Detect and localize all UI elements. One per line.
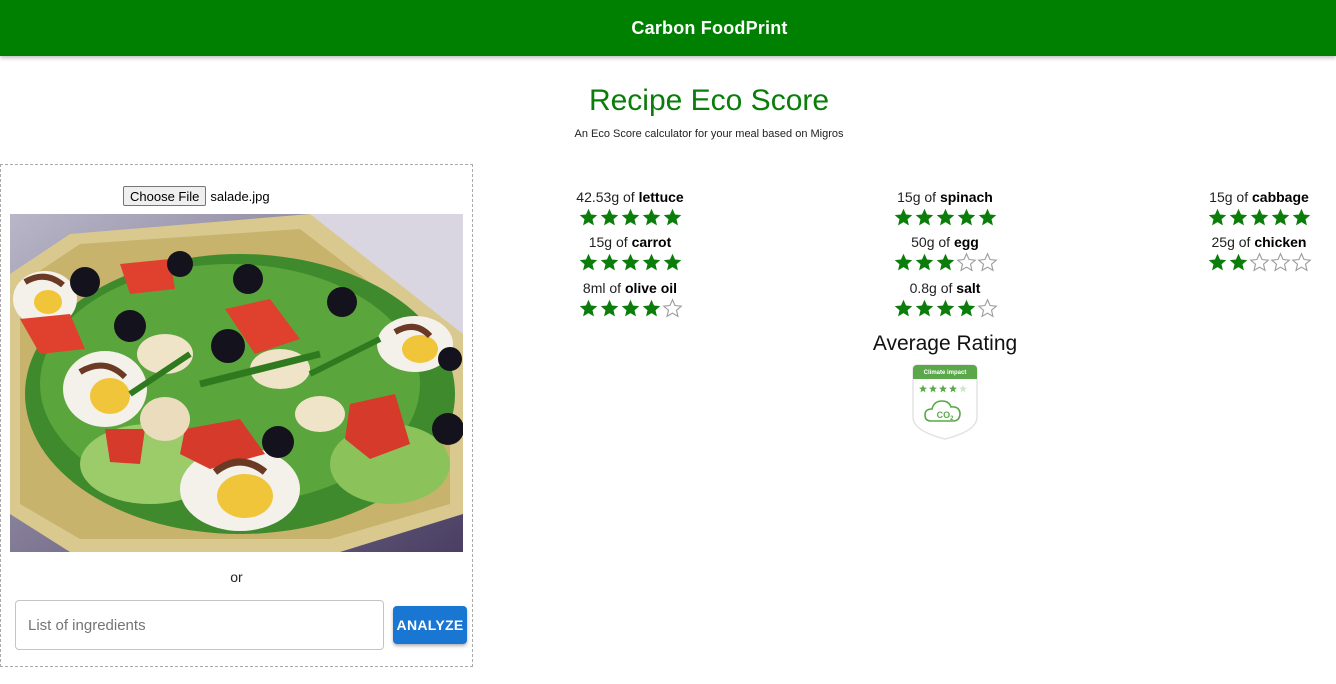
selected-file-name: salade.jpg bbox=[210, 188, 270, 204]
star-filled-icon bbox=[621, 299, 639, 317]
star-empty-icon bbox=[1269, 252, 1291, 272]
star-filled-icon bbox=[936, 253, 954, 271]
ingredient-name: spinach bbox=[939, 189, 993, 205]
ingredient-olive-oil: 8ml of olive oil bbox=[550, 279, 710, 319]
ingredient-quantity: 8ml of bbox=[582, 280, 625, 296]
ingredient-quantity: 50g of bbox=[911, 234, 954, 250]
ingredient-carrot: 15g of carrot bbox=[550, 233, 710, 273]
star-filled-icon bbox=[915, 253, 933, 271]
star-filled-icon bbox=[957, 299, 975, 317]
upload-panel: Choose File salade.jpg or List of ingred… bbox=[0, 164, 473, 667]
star-empty-icon bbox=[1248, 252, 1270, 272]
star-filled-icon bbox=[1292, 208, 1310, 226]
star-filled-icon bbox=[1271, 208, 1289, 226]
ingredient-label: 0.8g of salt bbox=[865, 279, 1025, 297]
star-empty-icon bbox=[976, 252, 998, 272]
ingredient-name: lettuce bbox=[638, 189, 684, 205]
star-rating bbox=[865, 207, 1025, 228]
choose-file-button[interactable]: Choose File bbox=[123, 186, 207, 206]
ingredient-name: chicken bbox=[1254, 234, 1307, 250]
ingredient-label: 15g of spinach bbox=[865, 188, 1025, 206]
star-filled-icon bbox=[621, 208, 639, 226]
star-filled-icon bbox=[915, 208, 933, 226]
star-filled-icon bbox=[642, 299, 660, 317]
average-rating-title: Average Rating bbox=[872, 332, 1018, 355]
climate-impact-badge: Climate impact CO2 bbox=[911, 361, 979, 441]
ingredients-input[interactable] bbox=[15, 600, 384, 650]
star-filled-icon bbox=[621, 253, 639, 271]
star-filled-icon bbox=[915, 299, 933, 317]
ingredient-quantity: 15g of bbox=[588, 234, 632, 250]
page-title: Recipe Eco Score bbox=[588, 84, 830, 117]
star-filled-icon bbox=[936, 299, 954, 317]
ingredient-cabbage: 15g of cabbage bbox=[1179, 188, 1336, 228]
ingredient-label: 50g of egg bbox=[865, 233, 1025, 251]
star-filled-icon bbox=[579, 208, 597, 226]
badge-graphic: Climate impact CO2 bbox=[912, 364, 978, 440]
ingredient-label: 42.53g of lettuce bbox=[550, 188, 710, 206]
ingredient-quantity: 25g of bbox=[1211, 234, 1255, 250]
star-filled-icon bbox=[894, 208, 912, 226]
ingredient-quantity: 0.8g of bbox=[909, 280, 957, 296]
app-bar: Carbon FoodPrint bbox=[0, 0, 1336, 56]
badge-header: Climate impact bbox=[924, 370, 967, 376]
star-filled-icon bbox=[642, 253, 660, 271]
star-empty-icon bbox=[661, 298, 683, 318]
ingredient-spinach: 15g of spinach bbox=[865, 188, 1025, 228]
ingredient-egg: 50g of egg bbox=[865, 233, 1025, 273]
ingredient-name: egg bbox=[953, 234, 979, 250]
ingredient-label: 15g of cabbage bbox=[1179, 188, 1336, 206]
star-filled-icon bbox=[600, 299, 618, 317]
salad-image bbox=[10, 214, 463, 552]
star-rating bbox=[550, 207, 710, 228]
ingredient-quantity: 15g of bbox=[897, 189, 940, 205]
star-filled-icon bbox=[1229, 208, 1247, 226]
analyze-button[interactable]: ANALYZE bbox=[393, 606, 467, 644]
star-filled-icon bbox=[642, 208, 660, 226]
star-filled-icon bbox=[579, 299, 597, 317]
file-picker: Choose File salade.jpg bbox=[123, 186, 270, 206]
star-filled-icon bbox=[600, 208, 618, 226]
star-filled-icon bbox=[663, 253, 681, 271]
star-rating bbox=[550, 252, 710, 273]
page-subtitle: An Eco Score calculator for your meal ba… bbox=[574, 128, 844, 140]
ingredient-name: cabbage bbox=[1252, 189, 1309, 205]
ingredient-name: carrot bbox=[631, 234, 672, 250]
star-filled-icon bbox=[1250, 208, 1268, 226]
ingredient-quantity: 15g of bbox=[1209, 189, 1252, 205]
star-empty-icon bbox=[955, 252, 977, 272]
star-filled-icon bbox=[894, 253, 912, 271]
app-title: Carbon FoodPrint bbox=[631, 17, 788, 38]
star-rating bbox=[1179, 252, 1336, 273]
star-filled-icon bbox=[663, 208, 681, 226]
ingredient-label: 15g of carrot bbox=[550, 233, 710, 251]
ingredient-chicken: 25g of chicken bbox=[1179, 233, 1336, 273]
ingredient-label: 8ml of olive oil bbox=[550, 279, 710, 297]
star-rating bbox=[1179, 207, 1336, 228]
star-filled-icon bbox=[894, 299, 912, 317]
star-filled-icon bbox=[1229, 253, 1247, 271]
star-filled-icon bbox=[978, 208, 996, 226]
meal-photo bbox=[10, 214, 463, 552]
star-empty-icon bbox=[976, 298, 998, 318]
star-filled-icon bbox=[957, 208, 975, 226]
ingredient-salt: 0.8g of salt bbox=[865, 279, 1025, 319]
ingredient-name: salt bbox=[956, 280, 981, 296]
star-filled-icon bbox=[579, 253, 597, 271]
star-rating bbox=[550, 298, 710, 319]
star-rating bbox=[865, 252, 1025, 273]
star-filled-icon bbox=[600, 253, 618, 271]
star-filled-icon bbox=[1208, 208, 1226, 226]
or-separator: or bbox=[230, 569, 243, 585]
ingredient-quantity: 42.53g of bbox=[576, 189, 639, 205]
star-filled-icon bbox=[1208, 253, 1226, 271]
star-rating bbox=[865, 298, 1025, 319]
star-filled-icon bbox=[936, 208, 954, 226]
star-empty-icon bbox=[1290, 252, 1312, 272]
ingredient-label: 25g of chicken bbox=[1179, 233, 1336, 251]
ingredient-name: olive oil bbox=[624, 280, 678, 296]
ingredient-lettuce: 42.53g of lettuce bbox=[550, 188, 710, 228]
